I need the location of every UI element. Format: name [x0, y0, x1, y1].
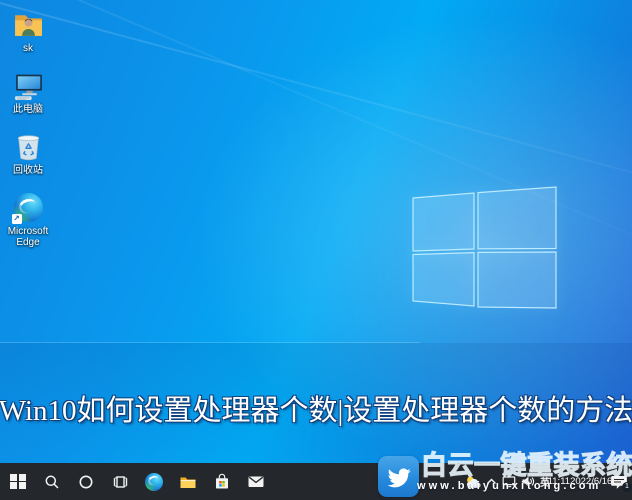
- clock-date: 2022/6/16: [570, 476, 613, 487]
- speaker-icon: [522, 476, 535, 487]
- microsoft-store-icon: [216, 473, 228, 489]
- microsoft-store-button[interactable]: [205, 463, 239, 500]
- search-button[interactable]: [35, 463, 69, 500]
- show-hidden-icons-button[interactable]: [486, 477, 497, 486]
- task-view-icon: [113, 475, 127, 488]
- task-view-button[interactable]: [103, 463, 137, 500]
- weather-tray-button[interactable]: [465, 475, 481, 489]
- weather-icon: [466, 476, 481, 488]
- desktop-icon-label: Microsoft Edge: [7, 226, 49, 248]
- edge-taskbar-button[interactable]: [137, 463, 171, 500]
- recycle-bin-icon: [12, 130, 45, 163]
- taskbar: 英 11:11 2022/6/16 1: [0, 463, 632, 500]
- windows-start-icon: [10, 473, 26, 490]
- notification-badge: 1: [622, 481, 632, 492]
- desktop-icon-label: sk: [23, 43, 33, 54]
- microsoft-edge-icon: [145, 472, 163, 491]
- desktop-icon-this-pc[interactable]: 此电脑: [2, 69, 54, 115]
- user-folder-icon: [12, 8, 45, 41]
- desktop-icon-label: 回收站: [13, 165, 43, 176]
- search-icon: [45, 475, 59, 489]
- display-icon: [502, 476, 516, 488]
- desktop-icon-label: 此电脑: [13, 104, 43, 115]
- clock-time: 11:11: [547, 476, 571, 487]
- windows-desktop: sk 此电脑 回收站 ↗ Microsoft Edge Win10如何设置处理器…: [0, 0, 632, 500]
- this-pc-icon: [12, 69, 45, 102]
- page-title: Win10如何设置处理器个数|设置处理器个数的方法: [0, 395, 632, 427]
- desktop-icon-recycle-bin[interactable]: 回收站: [2, 130, 54, 176]
- cortana-button[interactable]: [69, 463, 103, 500]
- volume-tray-button[interactable]: [521, 475, 535, 488]
- mail-icon: [248, 476, 264, 487]
- microsoft-edge-icon: ↗: [11, 191, 45, 224]
- taskbar-buttons: [1, 463, 273, 500]
- mail-button[interactable]: [239, 463, 273, 500]
- desktop-icon-user-folder[interactable]: sk: [2, 8, 54, 54]
- system-tray: 英 11:11 2022/6/16 1: [465, 463, 632, 500]
- light-ray: [0, 0, 632, 211]
- desktop-icon-microsoft-edge[interactable]: ↗ Microsoft Edge: [2, 191, 54, 248]
- notification-center-button[interactable]: 1: [610, 474, 632, 492]
- file-explorer-icon: [180, 477, 196, 488]
- start-button[interactable]: [1, 463, 35, 500]
- display-tray-button[interactable]: [502, 475, 516, 488]
- shortcut-arrow-icon: ↗: [11, 214, 22, 224]
- windows-logo: [412, 186, 557, 309]
- clock[interactable]: 11:11 2022/6/16: [548, 476, 613, 487]
- cortana-icon: [79, 475, 93, 488]
- desktop-icon-list: sk 此电脑 回收站 ↗ Microsoft Edge: [2, 8, 54, 248]
- chevron-up-icon: [486, 478, 497, 485]
- file-explorer-button[interactable]: [171, 463, 205, 500]
